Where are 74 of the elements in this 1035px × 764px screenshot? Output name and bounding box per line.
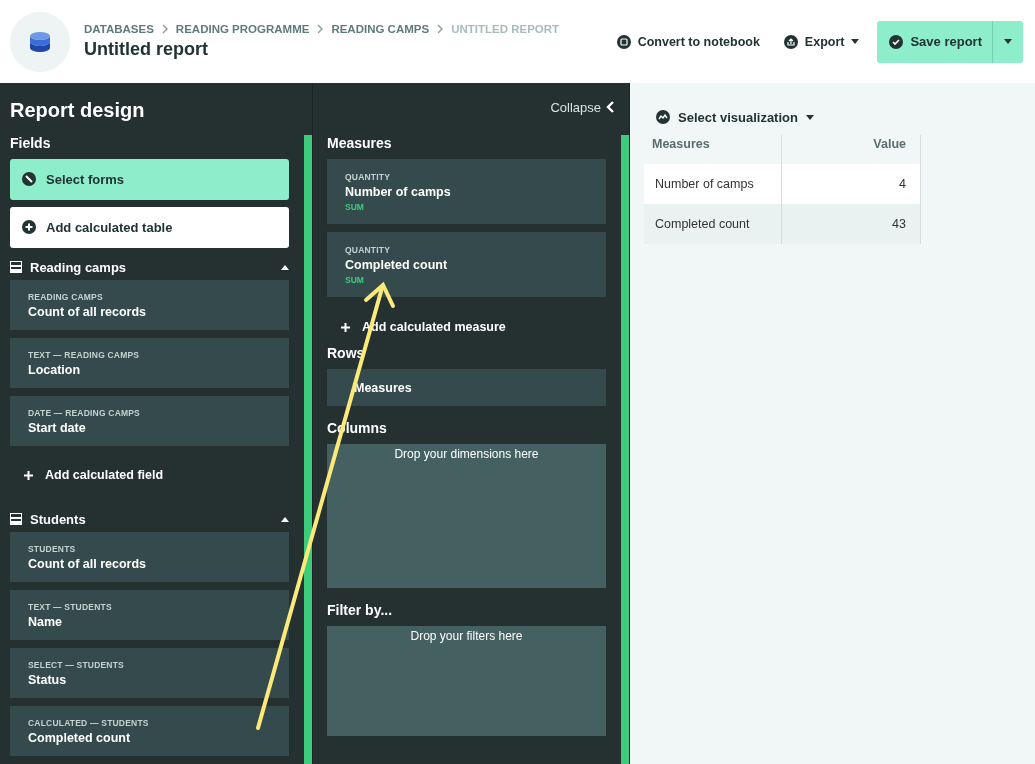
add-table-button[interactable]: Add calculated table: [10, 206, 289, 248]
field-type: TEXT — READING CAMPS: [28, 350, 141, 361]
field-name: Status: [28, 673, 68, 688]
caret-icon: [1004, 38, 1012, 45]
caret-icon[interactable]: [281, 516, 289, 523]
aggregation-label: SUM: [345, 275, 365, 285]
breadcrumb-link[interactable]: READING PROGRAMME: [175, 23, 310, 35]
breadcrumb-link[interactable]: READING CAMPS: [331, 23, 430, 35]
table-icon: [10, 261, 22, 274]
measure-type: QUANTITY: [345, 172, 392, 182]
export-icon: [783, 34, 798, 49]
report-title: Untitled report: [84, 39, 209, 60]
check-icon: [889, 34, 904, 49]
convert-button[interactable]: Convert to notebook: [604, 20, 772, 63]
measure-card[interactable]: QUANTITY Number of camps SUM: [327, 159, 606, 224]
plus-icon: [341, 322, 350, 332]
breadcrumb-link[interactable]: DATABASES: [84, 23, 154, 35]
section-heading: Fields: [10, 135, 52, 151]
export-button[interactable]: Export: [771, 20, 872, 63]
chevron-icon: [317, 24, 324, 34]
collapse-button[interactable]: Collapse: [550, 99, 615, 115]
add-field-button[interactable]: Add calculated field: [10, 454, 289, 497]
field-card[interactable]: READING CAMPS Count of all records: [10, 280, 289, 331]
scrollbar[interactable]: [621, 135, 629, 764]
section-title: Reading camps: [30, 259, 128, 275]
chevron-icon: [606, 101, 615, 113]
chart-icon: [656, 110, 670, 124]
chevron-icon: [161, 24, 168, 34]
table-icon: [10, 513, 22, 526]
aggregation-label: SUM: [345, 202, 365, 212]
field-type: DATE — READING CAMPS: [28, 408, 141, 419]
caret-icon[interactable]: [281, 263, 289, 271]
field-card[interactable]: DATE — READING CAMPS Start date: [10, 396, 289, 446]
caret-icon: [805, 113, 814, 121]
drop-zone[interactable]: Drop your dimensions here: [327, 444, 606, 588]
drop-zone[interactable]: Drop your filters here: [327, 626, 606, 736]
field-name: Location: [28, 363, 82, 378]
section-heading: Measures: [327, 135, 393, 151]
field-type: TEXT — STUDENTS: [28, 602, 113, 613]
caret-icon: [851, 38, 860, 45]
field-card[interactable]: STUDENTS Count of all records: [10, 532, 289, 583]
notebook-icon: [616, 34, 631, 49]
database-icon: [29, 30, 51, 53]
chevron-icon: [437, 24, 444, 34]
section-heading: Filter by...: [327, 602, 394, 618]
field-name: Completed count: [28, 731, 132, 746]
field-card[interactable]: CALCULATED — STUDENTS Completed count: [10, 706, 289, 756]
field-name: Start date: [28, 421, 87, 436]
pencil-icon: [22, 172, 36, 187]
field-name: Count of all records: [28, 305, 148, 320]
table-cell: 43: [781, 204, 921, 244]
plus-icon: [24, 470, 33, 480]
scrollbar[interactable]: [304, 135, 312, 764]
field-type: STUDENTS: [28, 544, 77, 555]
field-name: Name: [28, 615, 64, 630]
field-name: Count of all records: [28, 557, 148, 572]
field-type: SELECT — STUDENTS: [28, 660, 125, 671]
section-title: Students: [30, 512, 87, 527]
measure-card[interactable]: QUANTITY Completed count SUM: [327, 232, 606, 297]
measure-name: Completed count: [345, 258, 449, 272]
select-forms-button[interactable]: Select forms: [10, 159, 289, 200]
panel-title: Report design: [9, 98, 146, 123]
field-type: CALCULATED — STUDENTS: [28, 718, 150, 729]
table-cell: Number of camps: [644, 164, 782, 204]
field-card[interactable]: SELECT — STUDENTS Status: [10, 648, 289, 699]
field-type: READING CAMPS: [28, 292, 104, 303]
table-cell: 4: [781, 164, 921, 204]
field-card[interactable]: TEXT — STUDENTS Name: [10, 590, 289, 641]
plus-icon: [22, 220, 36, 235]
measure-type: QUANTITY: [345, 245, 392, 255]
visualization-dropdown[interactable]: Select visualization: [644, 105, 826, 129]
table-cell: Completed count: [644, 204, 782, 244]
field-card[interactable]: TEXT — READING CAMPS Location: [10, 338, 289, 389]
measure-name: Number of camps: [345, 185, 452, 199]
